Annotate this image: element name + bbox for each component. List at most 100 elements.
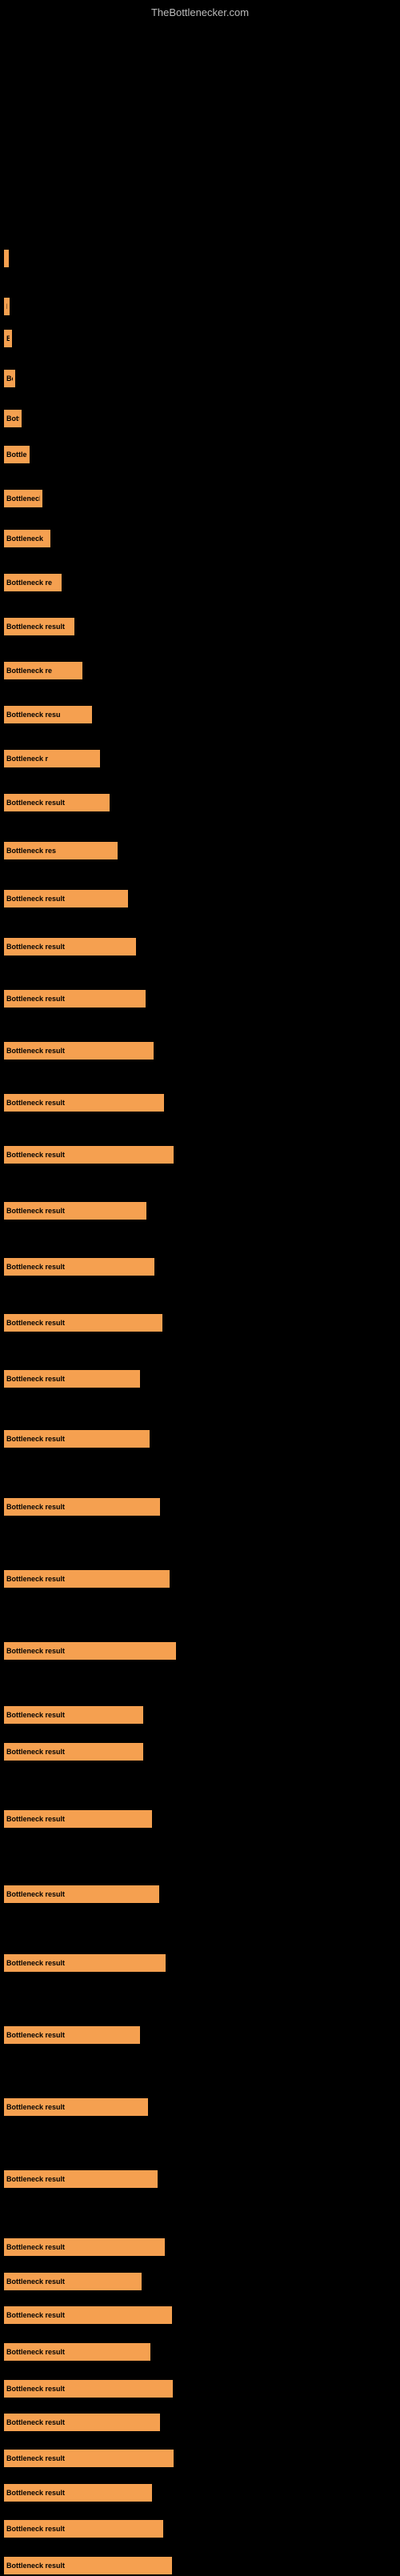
bar-row: Bottleneck result xyxy=(4,2378,173,2399)
bar-row: Bottleneck result xyxy=(4,2097,148,2117)
bar-fill: Bottleneck result xyxy=(4,2343,150,2361)
bar-row: B xyxy=(4,296,10,317)
bar-row: Bottleneck re xyxy=(4,660,82,681)
bar-fill: Bottleneck result xyxy=(4,890,128,907)
bar-fill: Bottleneck re xyxy=(4,662,82,679)
bar-label: Bottleneck result xyxy=(6,1099,65,1107)
bar-label: Bottleneck result xyxy=(6,1207,65,1215)
bar-fill xyxy=(4,250,9,267)
bar-row: Bottleneck resu xyxy=(4,704,92,725)
bar-row: Bottleneck result xyxy=(4,1884,159,1905)
bar-fill: Bottleneck result xyxy=(4,1743,143,1761)
bar-fill: Bottleneck result xyxy=(4,1146,174,1164)
bar-label: Bottleneck result xyxy=(6,2348,65,2356)
bar-row: Bottleneck result xyxy=(4,1741,143,1762)
bar-label: Bottleneck result xyxy=(6,2525,65,2533)
bar-fill: Bottleneck result xyxy=(4,1430,150,1448)
bar-row: Bottleneck result xyxy=(4,2237,165,2258)
bar-fill: Bo xyxy=(4,370,15,387)
bar-fill: Bottleneck result xyxy=(4,1094,164,1112)
bar-fill: Bottleneck result xyxy=(4,2238,165,2256)
bar-label: Bottleneck result xyxy=(6,2385,65,2393)
site-title: TheBottlenecker.com xyxy=(0,0,400,18)
bar-row: Bottleneck result xyxy=(4,1428,150,1449)
bar-fill: Bottleneck result xyxy=(4,2484,152,2502)
bar-row: Bottl xyxy=(4,408,22,429)
bar-label: Bottl xyxy=(6,415,19,423)
bar-label: Bottleneck result xyxy=(6,1263,65,1271)
bar-fill: Bottleneck result xyxy=(4,1885,159,1903)
bar-label: Bottleneck result xyxy=(6,1959,65,1967)
bar-row: Bottleneck result xyxy=(4,1092,164,1113)
bar-row: Bottleneck result xyxy=(4,2305,172,2326)
bar-row: Bottleneck result xyxy=(4,616,74,637)
bar-row: Bottleneck result xyxy=(4,2518,163,2539)
bar-row: Bo xyxy=(4,368,15,389)
bar-fill: Bottl xyxy=(4,410,22,427)
bar-label: Bottleneck result xyxy=(6,2278,65,2286)
bar-fill: Bottleneck result xyxy=(4,1314,162,1332)
bar-label: Bottleneck result xyxy=(6,2454,65,2462)
bar-fill: Bottleneck res xyxy=(4,842,118,859)
bar-label: Bottleneck result xyxy=(6,1503,65,1511)
bar-row: Bottleneck res xyxy=(4,840,118,861)
bar-row: Bottleneck result xyxy=(4,2555,172,2576)
bar-fill: Bottleneck result xyxy=(4,1642,176,1660)
bar-label: Bottleneck result xyxy=(6,895,65,903)
bar-fill: Bottleneck result xyxy=(4,2098,148,2116)
bar-label: Bottleneck result xyxy=(6,1047,65,1055)
bar-row: Bottleneck result xyxy=(4,1312,162,1333)
bar-label: Bottleneck r xyxy=(6,755,48,763)
bar-fill: Bottleneck n xyxy=(4,490,42,507)
bar-label: Bottleneck result xyxy=(6,1575,65,1583)
bar-row: Bottleneck result xyxy=(4,2271,142,2292)
bar-label: Bottleneck result xyxy=(6,2311,65,2319)
bar-fill: Bottleneck result xyxy=(4,2306,172,2324)
bar-fill: Bottleneck result xyxy=(4,1202,146,1220)
bar-row: Bottleneck result xyxy=(4,1641,176,1661)
bar-fill: Bottleneck result xyxy=(4,2380,173,2398)
bar-label: Bo xyxy=(6,335,10,343)
bar-fill: Bottleneck result xyxy=(4,1370,140,1388)
bar-label: Bottleneck res xyxy=(6,847,56,855)
bar-label: Bottleneck result xyxy=(6,1319,65,1327)
bar-label: Bottleneck result xyxy=(6,1890,65,1898)
bar-row: Bottleneck result xyxy=(4,1144,174,1165)
bar-row: Bottleneck xyxy=(4,528,50,549)
bar-row: Bo xyxy=(4,328,12,349)
bar-label: Bottleneck result xyxy=(6,2562,65,2570)
bar-fill: Bottleneck result xyxy=(4,938,136,955)
bar-row: Bottleneck result xyxy=(4,1368,140,1389)
bar-label: Bottleneck result xyxy=(6,943,65,951)
bar-fill: Bo xyxy=(4,330,12,347)
bar-fill: Bottleneck result xyxy=(4,1042,154,1060)
bar-fill: Bottleneck result xyxy=(4,1498,160,1516)
bar-label: Bottleneck result xyxy=(6,1815,65,1823)
bar-row: Bottleneck result xyxy=(4,1953,166,1973)
bar-label: Bottleneck result xyxy=(6,2489,65,2497)
bar-fill: Bottleneck result xyxy=(4,2414,160,2431)
bar-row: Bottleneck result xyxy=(4,1040,154,1061)
bar-fill: Bottleneck result xyxy=(4,1258,154,1276)
bar-row xyxy=(4,248,9,269)
bar-fill: Bottleneck re xyxy=(4,574,62,591)
bar-row: Bottleneck result xyxy=(4,2412,160,2433)
bar-label: Bottleneck result xyxy=(6,799,65,807)
bar-label: Bottleneck re xyxy=(6,667,52,675)
bar-label: Bo xyxy=(6,375,13,383)
bar-row: Bottleneck result xyxy=(4,888,128,909)
bar-fill: Bottleneck result xyxy=(4,2450,174,2467)
bar-row: Bottleneck result xyxy=(4,2482,152,2503)
bar-label: Bottleneck result xyxy=(6,2243,65,2251)
bar-fill: Bottleneck result xyxy=(4,990,146,1008)
bar-row: Bottleneck result xyxy=(4,1256,154,1277)
bar-label: Bottlen xyxy=(6,451,27,459)
bar-label: Bottleneck result xyxy=(6,2418,65,2426)
bar-row: Bottlen xyxy=(4,444,30,465)
bar-fill: B xyxy=(4,298,10,315)
bar-row: Bottleneck r xyxy=(4,748,100,769)
bar-fill: Bottleneck result xyxy=(4,1810,152,1828)
bar-row: Bottleneck result xyxy=(4,1568,170,1589)
bar-fill: Bottleneck resu xyxy=(4,706,92,723)
bar-label: Bottleneck resu xyxy=(6,711,61,719)
